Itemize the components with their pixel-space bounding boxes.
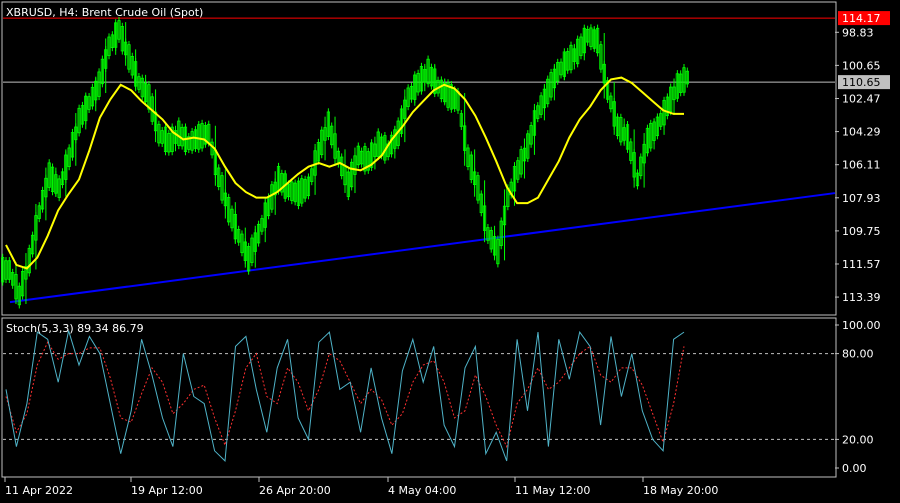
chart-background — [0, 0, 900, 500]
price-axis-label: 109.75 — [842, 225, 881, 238]
stoch-axis-label: 20.00 — [842, 433, 874, 446]
time-axis-label: 11 May 12:00 — [515, 484, 590, 497]
time-axis-label: 26 Apr 20:00 — [259, 484, 331, 497]
stoch-axis-label: 80.00 — [842, 348, 874, 361]
price-axis-label: 113.39 — [842, 291, 881, 304]
stoch-axis-label: 100.00 — [842, 319, 881, 332]
price-axis-label: 111.57 — [842, 258, 881, 271]
time-axis-label: 11 Apr 2022 — [5, 484, 73, 497]
symbol-title: XBRUSD, H4: Brent Crude Oil (Spot) — [6, 6, 203, 19]
time-axis-label: 4 May 04:00 — [388, 484, 456, 497]
price-axis-label: 104.29 — [842, 126, 881, 139]
price-axis-label: 100.65 — [842, 59, 881, 72]
stoch-axis-label: 0.00 — [842, 462, 867, 475]
price-axis-label: 98.83 — [842, 26, 874, 39]
current-price-label: 110.65 — [842, 76, 881, 89]
time-axis-label: 18 May 20:00 — [643, 484, 718, 497]
price-axis-label: 106.11 — [842, 159, 881, 172]
high-price-label: 114.17 — [842, 12, 881, 25]
chart-canvas[interactable]: 114.17 110.65 113.39 111.57 109.75 107.93 106.… — [0, 0, 900, 500]
time-axis-label: 19 Apr 12:00 — [131, 484, 203, 497]
price-axis-label: 107.93 — [842, 192, 881, 205]
trading-chart[interactable]: 114.17 110.65 113.39 111.57 109.75 107.93 106.… — [0, 0, 900, 500]
price-axis-label: 102.47 — [842, 92, 881, 105]
stoch-label: Stoch(5,3,3) 89.34 86.79 — [6, 322, 144, 335]
